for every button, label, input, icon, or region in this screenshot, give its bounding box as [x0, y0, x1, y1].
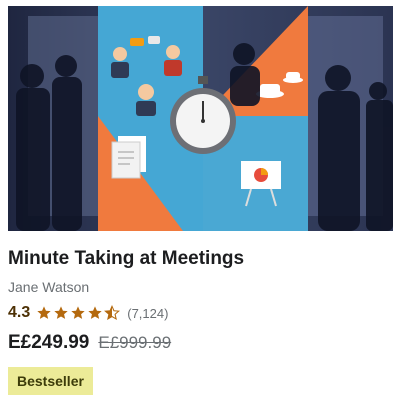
bestseller-badge: Bestseller: [8, 367, 93, 395]
star-icon: [37, 306, 51, 319]
course-card[interactable]: Minute Taking at Meetings Jane Watson 4.…: [0, 0, 401, 406]
price-row: E£249.99 E£999.99: [8, 332, 393, 354]
course-thumbnail[interactable]: [8, 6, 393, 231]
rating-value: 4.3: [8, 304, 31, 321]
star-icon: [54, 306, 68, 319]
star-icon: [71, 306, 85, 319]
thumbnail-illustration: [8, 6, 393, 231]
original-price: E£999.99: [98, 333, 172, 352]
course-author: Jane Watson: [8, 279, 90, 295]
rating-stars: [36, 305, 121, 321]
star-icon: [88, 306, 102, 319]
course-title[interactable]: Minute Taking at Meetings: [8, 247, 393, 271]
documents-icon: [111, 136, 146, 179]
rating-row: 4.3 (7,124): [8, 302, 393, 324]
star-half-icon: [104, 305, 121, 321]
current-price: E£249.99: [8, 332, 90, 353]
rating-count: (7,124): [127, 305, 169, 321]
